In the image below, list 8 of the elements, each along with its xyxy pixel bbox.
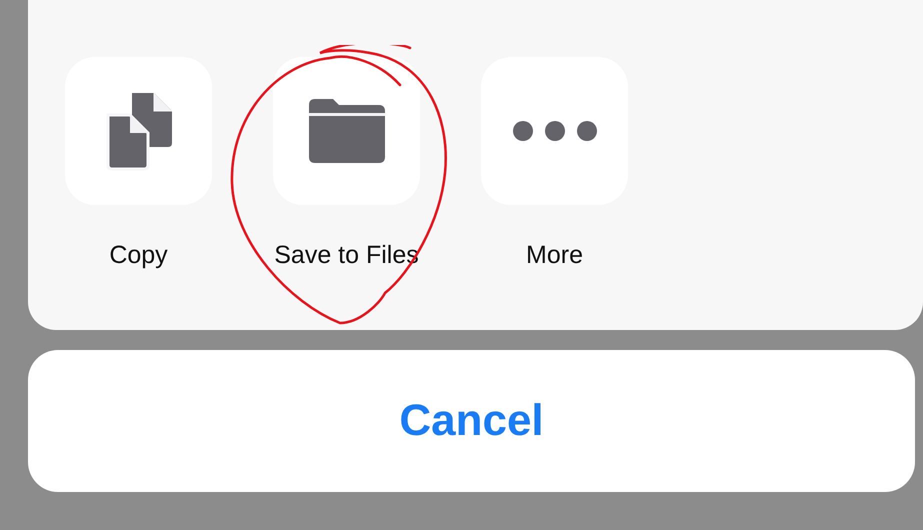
action-button[interactable] (65, 57, 212, 205)
cancel-button[interactable]: Cancel (28, 350, 915, 492)
action-button[interactable] (481, 57, 628, 205)
action-label: Copy (109, 241, 168, 270)
more-icon (512, 120, 598, 142)
folder-icon (308, 99, 384, 163)
action-button[interactable] (273, 57, 420, 205)
action-label: More (526, 241, 583, 270)
